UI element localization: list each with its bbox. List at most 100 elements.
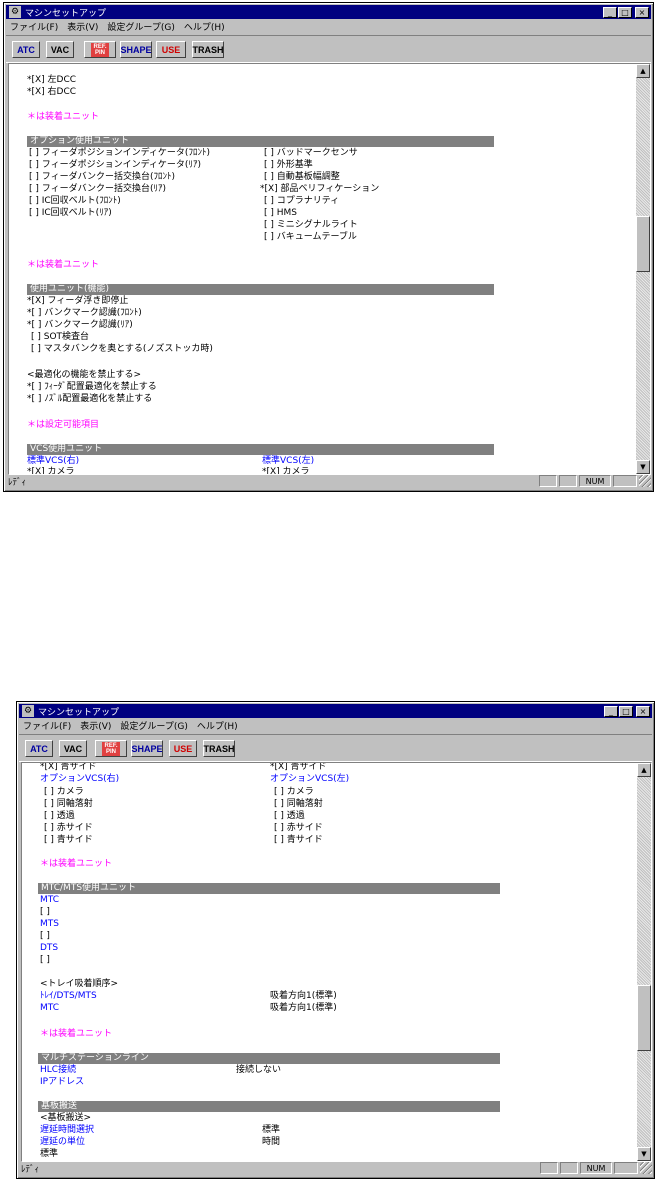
- hlc-connection-value[interactable]: 接続しない: [236, 1065, 281, 1076]
- option-left-item[interactable]: [ ] フィーダポジションインディケータ(ﾌﾛﾝﾄ): [29, 148, 210, 159]
- resize-grip-icon[interactable]: [639, 475, 651, 487]
- option-left-item[interactable]: [ ] フィーダポジションインディケータ(ﾘｱ): [29, 160, 201, 171]
- option-right-item[interactable]: [ ] バッドマークセンサ: [264, 148, 358, 159]
- delay-time-select-value[interactable]: 標準: [262, 1125, 280, 1136]
- option-vcs-item[interactable]: [ ] カメラ: [274, 787, 314, 798]
- vertical-scrollbar[interactable]: ▲ ▼: [637, 763, 651, 1161]
- menu-help[interactable]: ヘルプ(H): [193, 719, 243, 732]
- option-left-item[interactable]: [ ] フィーダバンクー括交換台(ﾘｱ): [29, 184, 166, 195]
- vac-button[interactable]: VAC: [59, 740, 87, 757]
- dcc-right[interactable]: *[X] 右DCC: [27, 87, 76, 98]
- shape-button[interactable]: SHAPE: [131, 740, 163, 757]
- menu-settings-group[interactable]: 設定グループ(G): [103, 20, 179, 33]
- mts-link[interactable]: MTS: [40, 919, 59, 930]
- option-right-item[interactable]: *[X] 部品ベリフィケーション: [260, 184, 379, 195]
- scroll-down-arrow-icon[interactable]: ▼: [637, 1147, 651, 1161]
- atc-button[interactable]: ATC: [25, 740, 53, 757]
- option-vcs-item[interactable]: [ ] 透過: [44, 811, 75, 822]
- tray-order-value[interactable]: 吸着方向1(標準): [270, 1003, 337, 1014]
- option-vcs-item[interactable]: [ ] カメラ: [44, 787, 84, 798]
- title-bar[interactable]: ⚙ マシンセットアップ _ □ ×: [6, 5, 651, 19]
- option-left-item[interactable]: [ ] IC回収ベルト(ﾘｱ): [29, 208, 112, 219]
- scroll-down-arrow-icon[interactable]: ▼: [636, 460, 650, 474]
- option-left-item[interactable]: [ ] IC回収ベルト(ﾌﾛﾝﾄ): [29, 196, 121, 207]
- vcs-left-link[interactable]: 標準VCS(左): [262, 456, 314, 467]
- content-pane[interactable]: *[X] 青サイド *[X] 青サイド オプションVCS(右) オプションVCS…: [21, 762, 652, 1162]
- trash-button[interactable]: TRASH: [203, 740, 235, 757]
- maximize-button[interactable]: □: [619, 705, 633, 717]
- menu-view[interactable]: 表示(V): [76, 719, 116, 732]
- delay-unit-value[interactable]: 時間: [262, 1137, 280, 1148]
- function-item[interactable]: *[ ] バンクマーク認識(ﾘｱ): [27, 320, 133, 331]
- dts-checkbox[interactable]: [ ]: [40, 955, 50, 966]
- tray-order-value[interactable]: 吸着方向1(標準): [270, 991, 337, 1002]
- menu-help[interactable]: ヘルプ(H): [180, 20, 230, 33]
- mts-checkbox[interactable]: [ ]: [40, 931, 50, 942]
- optimization-item[interactable]: *[ ] ﾉｽﾞﾙ配置最適化を禁止する: [27, 394, 152, 405]
- option-vcs-item[interactable]: [ ] 青サイド: [44, 835, 93, 846]
- mtc-link[interactable]: MTC: [40, 895, 59, 906]
- menu-settings-group[interactable]: 設定グループ(G): [116, 719, 192, 732]
- hlc-connection-link[interactable]: HLC接続: [40, 1065, 76, 1076]
- vcs-blue-side-item[interactable]: *[X] 青サイド: [270, 763, 327, 773]
- title-bar[interactable]: ⚙ マシンセットアップ _ □ ×: [19, 704, 652, 718]
- maximize-button[interactable]: □: [618, 6, 632, 18]
- use-button[interactable]: USE: [156, 41, 186, 58]
- mtc-checkbox[interactable]: [ ]: [40, 907, 50, 918]
- option-vcs-item[interactable]: [ ] 赤サイド: [274, 823, 323, 834]
- option-right-item[interactable]: [ ] 自動基板幅調整: [264, 172, 340, 183]
- dcc-left[interactable]: *[X] 左DCC: [27, 75, 76, 86]
- delay-time-select-link[interactable]: 遅延時間選択: [40, 1125, 94, 1136]
- minimize-button[interactable]: _: [604, 705, 618, 717]
- vertical-scrollbar[interactable]: ▲ ▼: [636, 64, 650, 474]
- option-right-item[interactable]: [ ] HMS: [264, 208, 297, 219]
- shape-button[interactable]: SHAPE: [120, 41, 152, 58]
- option-vcs-item[interactable]: [ ] 同軸落射: [274, 799, 323, 810]
- menu-view[interactable]: 表示(V): [63, 20, 103, 33]
- option-vcs-left-link[interactable]: オプションVCS(左): [270, 774, 349, 785]
- scroll-up-arrow-icon[interactable]: ▲: [637, 763, 651, 777]
- option-right-item[interactable]: [ ] バキュームテーブル: [264, 232, 357, 243]
- dts-link[interactable]: DTS: [40, 943, 58, 954]
- tray-order-label[interactable]: MTC: [40, 1003, 59, 1014]
- vcs-blue-side-item[interactable]: *[X] 青サイド: [40, 763, 97, 773]
- option-left-item[interactable]: [ ] フィーダバンクー括交換台(ﾌﾛﾝﾄ): [29, 172, 175, 183]
- option-vcs-item[interactable]: [ ] 赤サイド: [44, 823, 93, 834]
- machine-setup-window-2: ⚙ マシンセットアップ _ □ × ファイル(F) 表示(V) 設定グループ(G…: [16, 701, 655, 1179]
- content-pane[interactable]: *[X] 左DCC *[X] 右DCC ＊は装着ユニット オプション使用ユニット…: [8, 63, 651, 475]
- status-panel: [613, 475, 637, 487]
- option-right-item[interactable]: [ ] ミニシグナルライト: [264, 220, 358, 231]
- option-right-item[interactable]: [ ] 外形基準: [264, 160, 313, 171]
- tray-order-label[interactable]: ﾄﾚｲ/DTS/MTS: [40, 991, 97, 1002]
- minimize-button[interactable]: _: [603, 6, 617, 18]
- menu-file[interactable]: ファイル(F): [6, 20, 63, 33]
- close-button[interactable]: ×: [636, 705, 650, 717]
- function-item[interactable]: [ ] マスタバンクを奥とする(ノズストッカ時): [31, 344, 213, 355]
- app-icon[interactable]: ⚙: [22, 705, 34, 717]
- resize-grip-icon[interactable]: [640, 1162, 652, 1174]
- scroll-up-arrow-icon[interactable]: ▲: [636, 64, 650, 78]
- function-item[interactable]: [ ] SOT検査台: [31, 332, 89, 343]
- use-button[interactable]: USE: [169, 740, 197, 757]
- app-icon[interactable]: ⚙: [9, 6, 21, 18]
- function-item[interactable]: *[ ] バンクマーク認識(ﾌﾛﾝﾄ): [27, 308, 142, 319]
- scroll-thumb[interactable]: [637, 985, 651, 1051]
- option-vcs-right-link[interactable]: オプションVCS(右): [40, 774, 119, 785]
- delay-unit-link[interactable]: 遅延の単位: [40, 1137, 85, 1148]
- ip-address-link[interactable]: IPアドレス: [40, 1077, 84, 1088]
- atc-button[interactable]: ATC: [12, 41, 40, 58]
- option-vcs-item[interactable]: [ ] 透過: [274, 811, 305, 822]
- function-item[interactable]: *[X] フィーダ浮き即停止: [27, 296, 128, 307]
- ref-pin-button[interactable]: REF. PIN: [95, 740, 127, 757]
- option-vcs-item[interactable]: [ ] 青サイド: [274, 835, 323, 846]
- scroll-thumb[interactable]: [636, 216, 650, 272]
- option-right-item[interactable]: [ ] コプラナリティ: [264, 196, 339, 207]
- menu-file[interactable]: ファイル(F): [19, 719, 76, 732]
- vcs-right-link[interactable]: 標準VCS(右): [27, 456, 79, 467]
- trash-button[interactable]: TRASH: [192, 41, 224, 58]
- ref-pin-button[interactable]: REF. PIN: [84, 41, 116, 58]
- vac-button[interactable]: VAC: [46, 41, 74, 58]
- option-vcs-item[interactable]: [ ] 同軸落射: [44, 799, 93, 810]
- close-button[interactable]: ×: [635, 6, 649, 18]
- optimization-item[interactable]: *[ ] ﾌｨｰﾀﾞ配置最適化を禁止する: [27, 382, 157, 393]
